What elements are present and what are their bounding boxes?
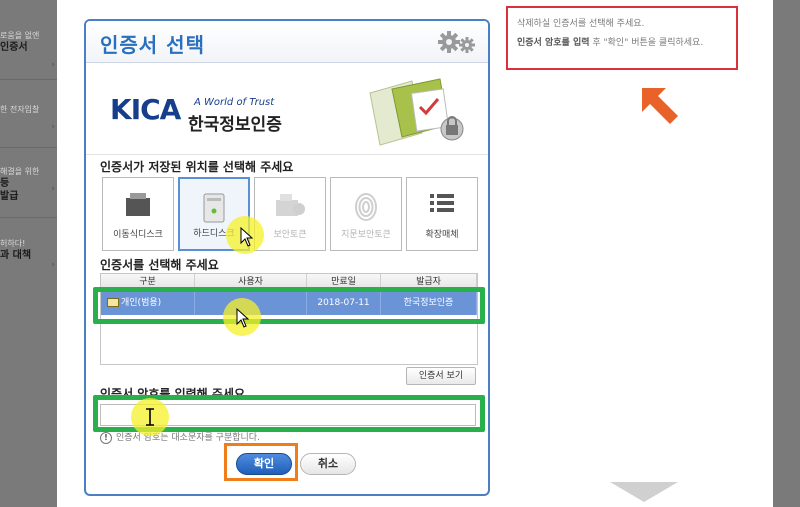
instruction-line-1: 삭제하실 인증서를 선택해 주세요.: [517, 19, 645, 29]
certificate-folder-illustration: [369, 78, 464, 146]
dialog-header: 인증서 선택: [86, 21, 488, 63]
password-note: ! 인증서 암호는 대소문자를 구분합니다.: [100, 430, 260, 444]
instruction-line-2: 인증서 암호를 입력 후 "확인" 버튼을 클릭하세요.: [517, 34, 727, 53]
device-label: 보안토큰: [273, 230, 307, 240]
usb-drive-icon: [126, 193, 150, 216]
left-menu-item-3-line1: 해결을 위한: [0, 167, 40, 176]
fingerprint-icon: [355, 193, 377, 221]
device-label: 확장매체: [425, 230, 459, 240]
text-cursor-icon: [146, 408, 154, 426]
left-menu-item-4-line1: 허하다!: [0, 239, 26, 248]
chevron-right-icon: ›: [51, 260, 55, 270]
kica-tagline: A World of Trust: [194, 97, 274, 108]
left-menu-item-1[interactable]: 로움을 없앤 인증서 ›: [0, 30, 57, 80]
chevron-right-icon: ›: [51, 122, 55, 132]
info-icon: !: [100, 431, 112, 444]
kica-tagline-text: A World of Trust: [194, 97, 275, 108]
hard-disk-icon: [203, 193, 225, 223]
instruction-rest: 후 "확인" 버튼을 클릭하세요.: [589, 38, 704, 48]
left-menu-item-3-line3: 발급: [0, 191, 19, 202]
left-menu-item-1-line1: 로움을 없앤: [0, 31, 40, 40]
dialog-title: 인증서 선택: [100, 33, 205, 57]
device-security-token[interactable]: 보안토큰: [254, 177, 326, 251]
security-token-icon: [276, 194, 305, 216]
left-menu-item-4-line2: 과 대책: [0, 250, 32, 261]
left-menu-item-2-line1: 한 전자입찰: [0, 105, 40, 114]
cancel-button[interactable]: 취소: [300, 453, 356, 475]
mouse-pointer-icon: [240, 227, 254, 247]
storage-location-list: 이동식디스크 하드디스크 보안토큰 지문보안토큰 확장매체: [102, 177, 478, 251]
instruction-emphasis: 인증서 암호를 입력: [517, 38, 590, 48]
kica-company-name: 한국정보인증: [188, 115, 282, 135]
kica-brand: KICA: [110, 93, 181, 126]
device-removable-disk[interactable]: 이동식디스크: [102, 177, 174, 251]
page-scrollbar[interactable]: [773, 0, 800, 507]
highlight-confirm-button: [224, 443, 298, 481]
list-icon: [430, 194, 454, 212]
device-fingerprint-token[interactable]: 지문보안토큰: [330, 177, 402, 251]
left-menu-item-3-line2: 등: [0, 178, 10, 189]
chevron-right-icon: ›: [51, 184, 55, 194]
instruction-box: 삭제하실 인증서를 선택해 주세요. 인증서 암호를 입력 후 "확인" 버튼을…: [506, 6, 738, 70]
view-certificate-button[interactable]: 인증서 보기: [406, 367, 476, 385]
kica-logo: KICA: [110, 93, 181, 126]
device-label: 이동식디스크: [113, 230, 163, 240]
gear-icon[interactable]: [436, 30, 476, 54]
background-page-left: 로움을 없앤 인증서 › 한 전자입찰 › 해결을 위한 등 발급 › 허하다!…: [0, 0, 57, 507]
left-menu-item-2[interactable]: 한 전자입찰 ›: [0, 104, 57, 148]
mouse-pointer-icon: [236, 308, 250, 328]
chevron-right-icon: ›: [51, 60, 55, 70]
password-note-text: 인증서 암호는 대소문자를 구분합니다.: [116, 433, 260, 443]
kica-logo-area: KICA A World of Trust 한국정보인증: [86, 63, 488, 155]
device-label: 지문보안토큰: [341, 230, 391, 240]
certificate-select-label: 인증서를 선택해 주세요: [100, 258, 219, 272]
device-extended-media[interactable]: 확장매체: [406, 177, 478, 251]
left-menu-item-4[interactable]: 허하다! 과 대책 ›: [0, 238, 57, 278]
left-menu-item-1-line2: 인증서: [0, 42, 28, 53]
highlight-certificate-row: [93, 287, 485, 324]
arrow-up-left-icon: [642, 88, 678, 124]
background-page-right: [503, 0, 773, 507]
location-label: 인증서가 저장된 위치를 선택해 주세요: [100, 160, 294, 174]
left-menu-item-3[interactable]: 해결을 위한 등 발급 ›: [0, 166, 57, 218]
down-triangle-icon: [610, 482, 678, 502]
